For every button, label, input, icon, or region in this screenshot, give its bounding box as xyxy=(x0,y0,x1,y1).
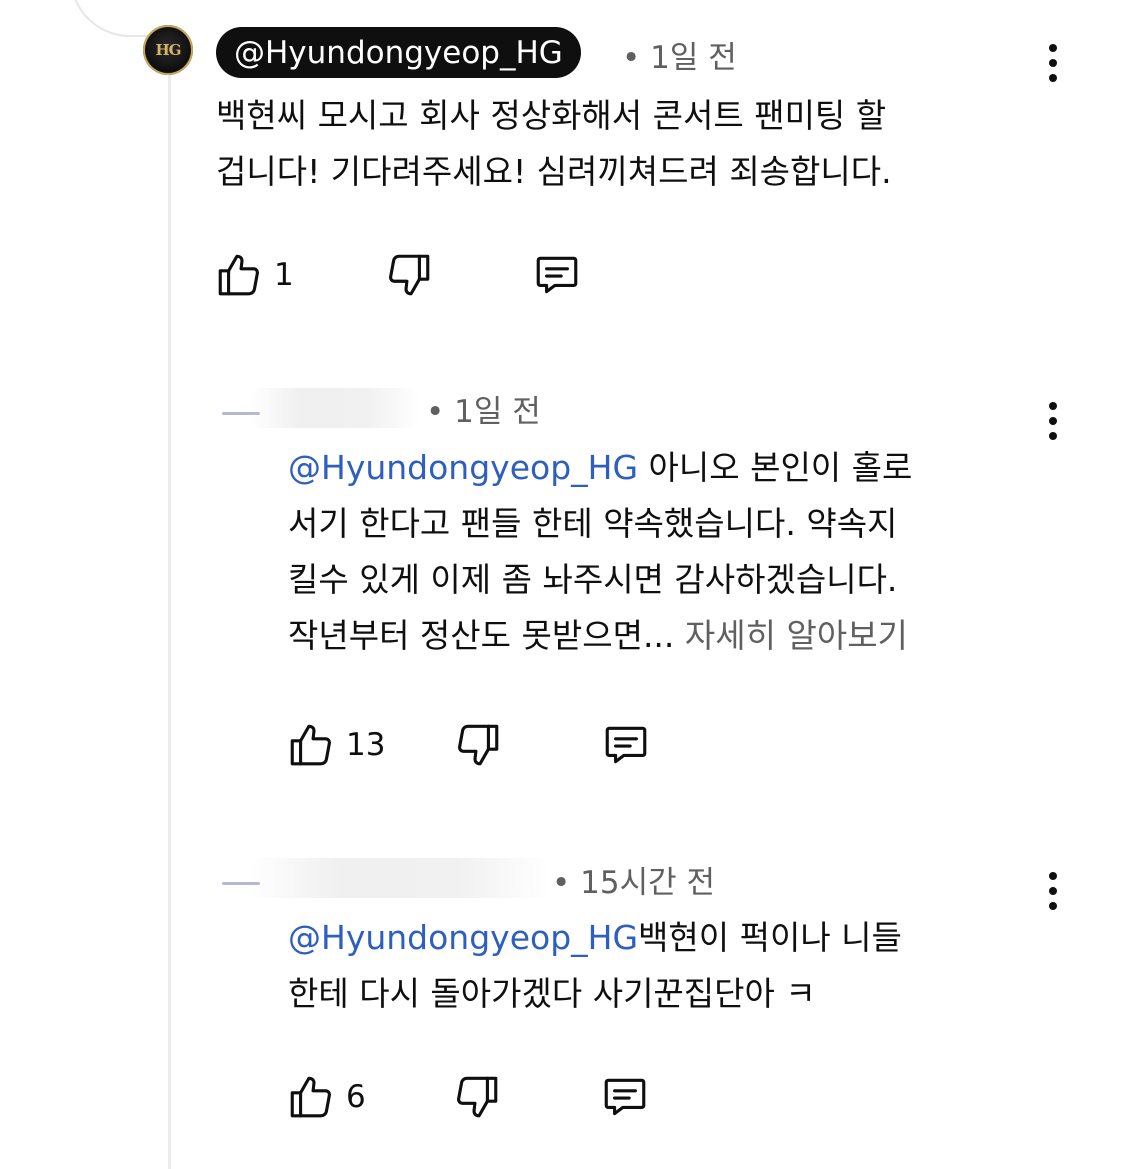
comment-actions: 6 xyxy=(286,1072,652,1122)
comment-text-line: 서기 한다고 팬들 한테 약속했습니다. 약속지 xyxy=(288,504,898,543)
like-count: 13 xyxy=(346,727,386,763)
comment-text-fragment: 아니오 본인이 홀로 xyxy=(638,448,913,487)
comment-time[interactable]: • 15시간 전 xyxy=(552,857,715,902)
comment-text-fragment: 백현이 퍽이나 니들 xyxy=(638,918,902,957)
comment-text-line: @Hyundongyeop_HG백현이 퍽이나 니들 xyxy=(288,910,902,966)
thumbs-down-icon[interactable] xyxy=(452,1072,502,1122)
comment-time[interactable]: • 1일 전 xyxy=(622,32,737,77)
comment-text: @Hyundongyeop_HG 아니오 본인이 홀로 서기 한다고 팬들 한테… xyxy=(288,440,912,664)
thumbs-up-icon[interactable] xyxy=(286,1072,336,1122)
like-count: 1 xyxy=(274,257,294,293)
mention-link[interactable]: @Hyundongyeop_HG xyxy=(288,918,638,957)
comment-text-fragment: 작년부터 정산도 못받으면... xyxy=(288,616,675,655)
comment-text: 백현씨 모시고 회사 정상화해서 콘서트 팬미팅 할 겁니다! 기다려주세요! … xyxy=(216,88,892,200)
author-name-blurred[interactable] xyxy=(250,388,420,428)
comment-text: @Hyundongyeop_HG백현이 퍽이나 니들 한테 다시 돌아가겠다 사… xyxy=(288,910,902,1022)
avatar[interactable]: HG xyxy=(143,25,193,75)
thumbs-up-icon[interactable] xyxy=(286,720,336,770)
avatar-logo: HG xyxy=(155,41,182,59)
thumbs-up-icon[interactable] xyxy=(214,250,264,300)
comment-actions: 13 xyxy=(286,720,653,770)
more-vertical-icon[interactable] xyxy=(1046,44,1060,82)
reply-comment-icon[interactable] xyxy=(598,1072,652,1122)
read-more-link[interactable]: 자세히 알아보기 xyxy=(674,616,908,655)
author-handle-chip[interactable]: @Hyundongyeop_HG xyxy=(216,27,581,78)
author-name-blurred[interactable] xyxy=(250,858,550,898)
comment-text-line: 작년부터 정산도 못받으면... 자세히 알아보기 xyxy=(288,608,912,664)
reply-comment-icon[interactable] xyxy=(530,250,584,300)
reply-comment-icon[interactable] xyxy=(599,720,653,770)
thumbs-down-icon[interactable] xyxy=(384,250,434,300)
more-vertical-icon[interactable] xyxy=(1046,402,1060,440)
comment-time[interactable]: • 1일 전 xyxy=(426,386,541,431)
thread-line xyxy=(168,70,171,1169)
like-count: 6 xyxy=(346,1079,366,1115)
more-vertical-icon[interactable] xyxy=(1046,872,1060,910)
comment-actions: 1 xyxy=(214,250,584,300)
mention-link[interactable]: @Hyundongyeop_HG xyxy=(288,448,638,487)
comment-text-line: 킬수 있게 이제 좀 놔주시면 감사하겠습니다. xyxy=(288,560,898,599)
comment-text-line: @Hyundongyeop_HG 아니오 본인이 홀로 xyxy=(288,440,912,496)
comment-text-line: 백현씨 모시고 회사 정상화해서 콘서트 팬미팅 할 xyxy=(216,96,887,135)
comment-text-line: 한테 다시 돌아가겠다 사기꾼집단아 ㅋ xyxy=(288,974,816,1013)
comment-text-line: 겁니다! 기다려주세요! 심려끼쳐드려 죄송합니다. xyxy=(216,152,892,191)
thumbs-down-icon[interactable] xyxy=(453,720,503,770)
